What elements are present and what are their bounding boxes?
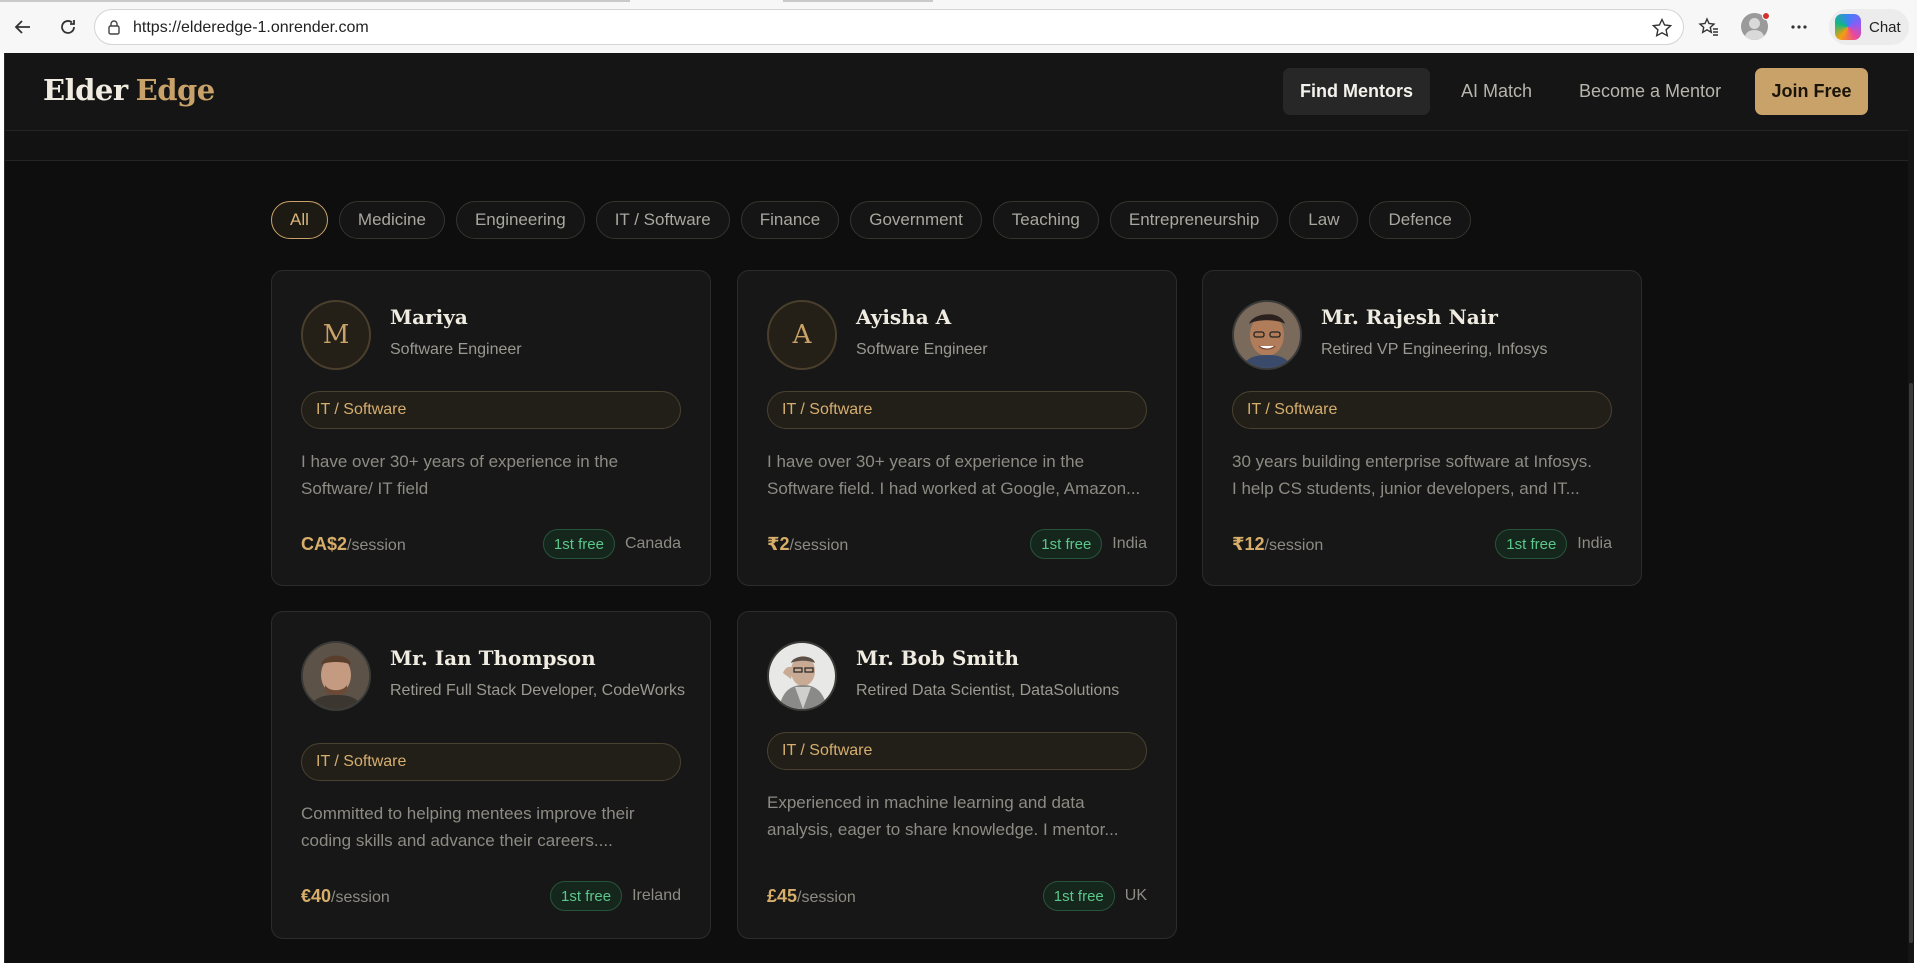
mentor-name: Mr. Ian Thompson bbox=[390, 646, 596, 670]
notification-dot bbox=[1762, 12, 1770, 20]
first-free-badge: 1st free bbox=[542, 529, 615, 559]
card-footer: £45/session 1st free UK bbox=[767, 880, 1147, 912]
url-text[interactable]: https://elderedge-1.onrender.com bbox=[133, 19, 369, 37]
filter-chip-defence[interactable]: Defence bbox=[1369, 201, 1471, 239]
card-footer: €40/session 1st free Ireland bbox=[301, 880, 681, 912]
mentor-photo bbox=[767, 641, 837, 711]
mentor-role: Retired VP Engineering, Infosys bbox=[1321, 341, 1548, 358]
header-band bbox=[5, 131, 1914, 161]
session-price: ₹2/session bbox=[767, 533, 849, 554]
mentor-description: I have over 30+ years of experience in t… bbox=[301, 452, 619, 498]
mentor-card[interactable]: M Mariya Software Engineer IT / Software… bbox=[271, 270, 711, 586]
mentor-country: UK bbox=[1124, 887, 1147, 904]
card-footer: CA$2/session 1st free Canada bbox=[301, 528, 681, 560]
copilot-icon bbox=[1835, 14, 1861, 40]
session-price: CA$2/session bbox=[301, 533, 406, 554]
session-price: €40/session bbox=[301, 885, 390, 906]
nav-find-mentors[interactable]: Find Mentors bbox=[1283, 68, 1430, 115]
filter-chip-medicine[interactable]: Medicine bbox=[338, 201, 445, 239]
mentor-card[interactable]: A Ayisha A Software Engineer IT / Softwa… bbox=[737, 270, 1177, 586]
first-free-badge: 1st free bbox=[1042, 881, 1115, 911]
category-tag: IT / Software bbox=[767, 732, 1147, 770]
mentor-name: Mariya bbox=[390, 305, 468, 329]
category-tag: IT / Software bbox=[1232, 391, 1612, 429]
nav-ai-match[interactable]: AI Match bbox=[1444, 68, 1549, 115]
filter-chip-finance[interactable]: Finance bbox=[740, 201, 840, 239]
first-free-badge: 1st free bbox=[550, 881, 623, 911]
favorite-star-icon[interactable] bbox=[1651, 17, 1673, 44]
mentor-country: India bbox=[1112, 535, 1147, 552]
filter-chip-engineering[interactable]: Engineering bbox=[455, 201, 585, 239]
filter-chip-law[interactable]: Law bbox=[1289, 201, 1359, 239]
mentor-role: Software Engineer bbox=[390, 341, 522, 358]
avatar-initial: A bbox=[767, 300, 837, 370]
tab-strip bbox=[0, 0, 1917, 3]
filter-chip-it-software[interactable]: IT / Software bbox=[595, 201, 730, 239]
mentor-name: Ayisha A bbox=[856, 305, 952, 329]
site-logo[interactable]: Elder Edge bbox=[43, 73, 215, 107]
category-tag: IT / Software bbox=[767, 391, 1147, 429]
mentor-name: Mr. Rajesh Nair bbox=[1321, 305, 1498, 329]
mentor-description: 30 years building enterprise software at… bbox=[1232, 452, 1593, 498]
mentor-country: Ireland bbox=[632, 887, 681, 904]
filter-chip-government[interactable]: Government bbox=[850, 201, 982, 239]
mentor-role: Retired Full Stack Developer, CodeWorks bbox=[390, 682, 685, 699]
more-options-icon[interactable] bbox=[1784, 12, 1814, 42]
mentor-card[interactable]: Mr. Bob Smith Retired Data Scientist, Da… bbox=[737, 611, 1177, 939]
back-icon[interactable] bbox=[8, 12, 38, 42]
site-header: Elder Edge Find Mentors AI Match Become a… bbox=[5, 53, 1914, 131]
filter-chip-all[interactable]: All bbox=[271, 201, 328, 239]
chat-label: Chat bbox=[1869, 18, 1901, 36]
first-free-badge: 1st free bbox=[1495, 529, 1568, 559]
favorites-icon[interactable] bbox=[1694, 12, 1724, 42]
category-tag: IT / Software bbox=[301, 743, 681, 781]
mentor-description: I have over 30+ years of experience in t… bbox=[767, 452, 1141, 498]
mentor-photo bbox=[301, 641, 371, 711]
first-free-badge: 1st free bbox=[1030, 529, 1103, 559]
join-free-button[interactable]: Join Free bbox=[1755, 68, 1868, 115]
mentor-card[interactable]: Mr. Rajesh Nair Retired VP Engineering, … bbox=[1202, 270, 1642, 586]
scrollbar[interactable] bbox=[1908, 53, 1914, 963]
session-price: ₹12/session bbox=[1232, 533, 1324, 554]
mentor-description: Experienced in machine learning and data… bbox=[767, 793, 1119, 839]
mentor-card[interactable]: Mr. Ian Thompson Retired Full Stack Deve… bbox=[271, 611, 711, 939]
card-footer: ₹12/session 1st free India bbox=[1232, 528, 1612, 560]
mentor-country: India bbox=[1577, 535, 1612, 552]
filter-chip-teaching[interactable]: Teaching bbox=[992, 201, 1099, 239]
nav-become-mentor[interactable]: Become a Mentor bbox=[1562, 68, 1738, 115]
mentor-role: Retired Data Scientist, DataSolutions bbox=[856, 682, 1120, 699]
mentor-description: Committed to helping mentees improve the… bbox=[301, 804, 635, 850]
mentor-name: Mr. Bob Smith bbox=[856, 646, 1019, 670]
lock-icon[interactable] bbox=[106, 19, 122, 40]
page-content: Elder Edge Find Mentors AI Match Become a… bbox=[4, 53, 1914, 963]
mentor-country: Canada bbox=[624, 535, 681, 552]
copilot-chat-button[interactable]: Chat bbox=[1829, 9, 1909, 45]
category-tag: IT / Software bbox=[301, 391, 681, 429]
category-filters: All Medicine Engineering IT / Software F… bbox=[271, 201, 1471, 239]
reload-icon[interactable] bbox=[53, 12, 83, 42]
browser-toolbar: https://elderedge-1.onrender.com Chat bbox=[0, 0, 1917, 53]
mentor-photo bbox=[1232, 300, 1302, 370]
filter-chip-entrepreneurship[interactable]: Entrepreneurship bbox=[1109, 201, 1279, 239]
card-footer: ₹2/session 1st free India bbox=[767, 528, 1147, 560]
scrollbar-thumb[interactable] bbox=[1909, 383, 1913, 943]
mentor-role: Software Engineer bbox=[856, 341, 988, 358]
address-bar[interactable]: https://elderedge-1.onrender.com bbox=[94, 9, 1684, 45]
session-price: £45/session bbox=[767, 885, 856, 906]
avatar-initial: M bbox=[301, 300, 371, 370]
